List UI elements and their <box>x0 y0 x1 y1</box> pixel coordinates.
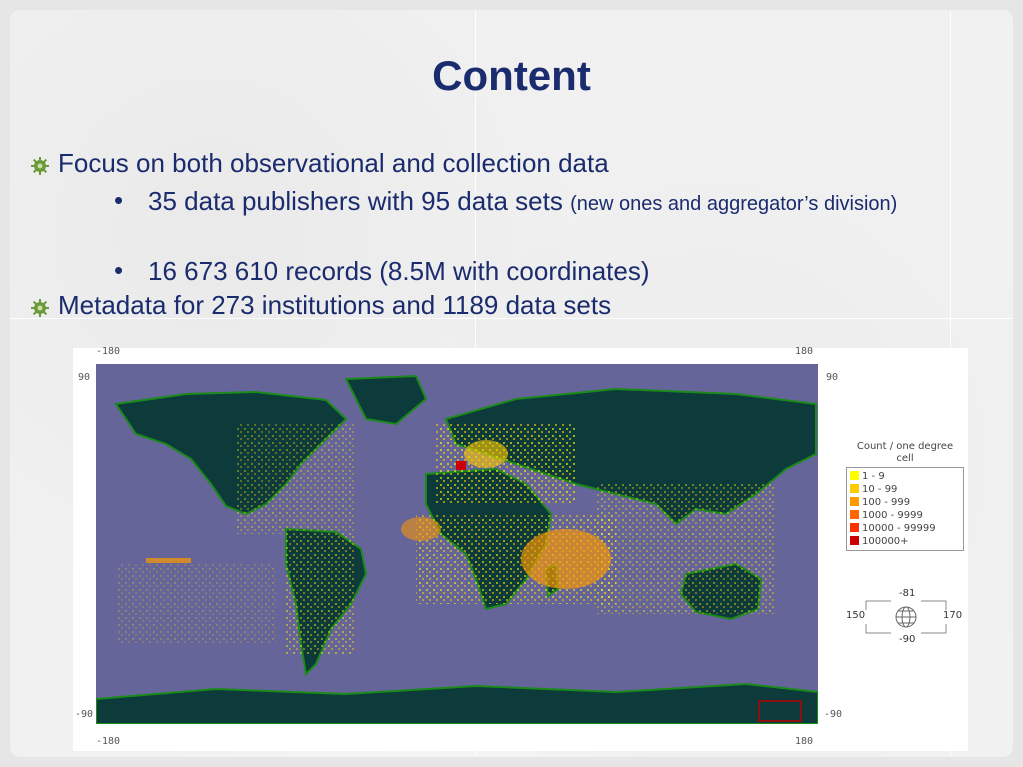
bullet-text: Metadata for 273 institutions and 1189 d… <box>58 290 612 320</box>
axis-label-lat-min-right: -90 <box>824 709 843 720</box>
legend-items: 1 - 9 10 - 99 100 - 999 1000 - 9999 1000… <box>846 467 964 551</box>
map-legend: Count / one degree cell 1 - 9 10 - 99 10… <box>846 441 964 551</box>
zoom-compass[interactable]: -81 -90 150 170 <box>846 588 966 648</box>
legend-item: 1000 - 9999 <box>850 509 960 522</box>
gear-bullet-icon <box>30 152 50 183</box>
axis-label-lon-max-bottom: 180 <box>795 736 814 747</box>
axis-label-lon-min-top: -180 <box>96 346 121 357</box>
legend-swatch <box>850 523 859 532</box>
legend-item: 1 - 9 <box>850 470 960 483</box>
legend-title-line2: cell <box>896 453 914 464</box>
slide-title: Content <box>432 52 591 99</box>
axis-label-lat-max-left: 90 <box>78 372 91 383</box>
globe-icon <box>865 600 947 634</box>
legend-label: 1 - 9 <box>862 471 885 482</box>
legend-item: 10000 - 99999 <box>850 522 960 535</box>
axis-label-lon-max-top: 180 <box>795 346 814 357</box>
bullet-dot: • <box>114 255 124 285</box>
legend-swatch <box>850 484 859 493</box>
legend-title: Count / one degree cell <box>846 441 964 465</box>
sub-bullet-content: 35 data publishers with 95 data sets (ne… <box>148 185 988 220</box>
distribution-map-panel: -180 180 -180 180 90 90 -90 -90 Count / … <box>73 346 968 751</box>
axis-label-lon-min-bottom: -180 <box>96 736 121 747</box>
gear-bullet-icon <box>30 294 50 325</box>
legend-label: 100000+ <box>862 536 909 547</box>
legend-item: 100000+ <box>850 535 960 548</box>
axis-label-lat-max-right: 90 <box>826 372 839 383</box>
legend-title-line1: Count / one degree <box>856 441 954 452</box>
bullet-text: Focus on both observational and collecti… <box>58 148 609 178</box>
bullet-dot: • <box>114 185 124 215</box>
bullet-text: 16 673 610 records (8.5M with coordinate… <box>148 256 650 286</box>
axis-label-lat-min-left: -90 <box>75 709 94 720</box>
bullet-note: (new ones and aggregator’s division) <box>570 193 898 215</box>
legend-label: 10000 - 99999 <box>862 523 936 534</box>
bullet-text: 35 data publishers with 95 data sets <box>148 186 563 216</box>
legend-swatch <box>850 536 859 545</box>
legend-swatch <box>850 510 859 519</box>
legend-label: 100 - 999 <box>862 497 911 508</box>
legend-item: 10 - 99 <box>850 483 960 496</box>
antarctica <box>96 682 818 724</box>
legend-item: 100 - 999 <box>850 496 960 509</box>
legend-label: 10 - 99 <box>862 484 898 495</box>
world-map <box>96 364 818 724</box>
legend-swatch <box>850 497 859 506</box>
legend-swatch <box>850 471 859 480</box>
legend-label: 1000 - 9999 <box>862 510 923 521</box>
